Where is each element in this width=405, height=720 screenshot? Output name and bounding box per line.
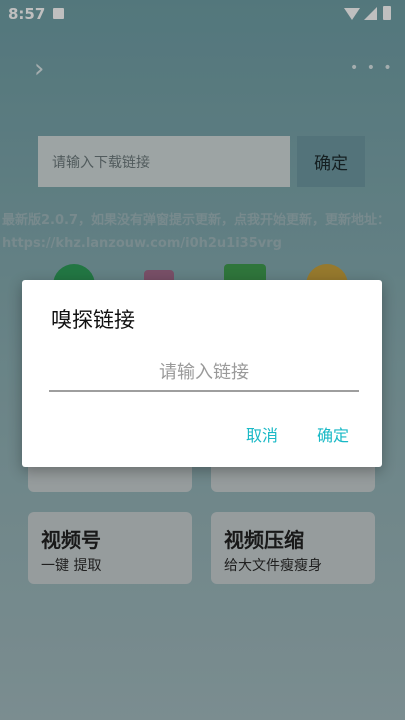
- link-input[interactable]: [49, 354, 359, 392]
- cancel-button[interactable]: 取消: [246, 422, 278, 446]
- sniff-link-dialog: 嗅探链接 取消 确定: [22, 280, 382, 467]
- confirm-button[interactable]: 确定: [317, 422, 349, 446]
- dialog-title: 嗅探链接: [51, 308, 135, 332]
